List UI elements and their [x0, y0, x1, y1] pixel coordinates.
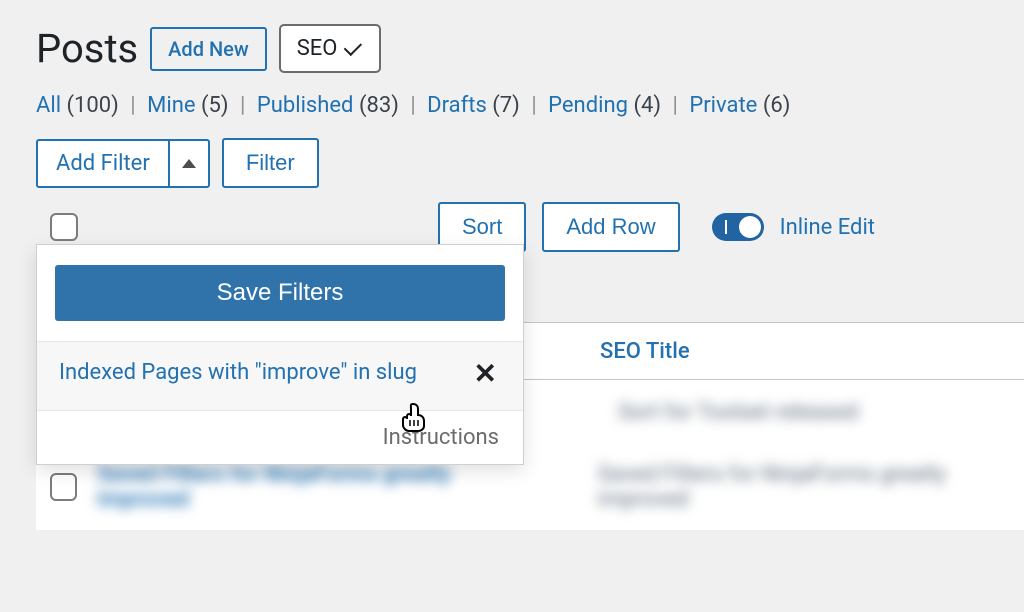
filter-mine-count: (5) — [201, 93, 229, 118]
filter-drafts-count: (7) — [492, 93, 520, 118]
saved-filter-row: Indexed Pages with "improve" in slug ✕ — [37, 341, 523, 410]
seo-title-cell: Sort for Toolset released — [578, 400, 858, 425]
add-filter-toggle[interactable] — [168, 141, 208, 186]
add-filter-popover: Save Filters Indexed Pages with "improve… — [36, 244, 524, 465]
post-title[interactable]: Saved Filters for NinjaForms greatly imp… — [97, 462, 538, 512]
filter-private-count: (6) — [763, 93, 791, 118]
triangle-up-icon — [182, 159, 196, 168]
toggle-knob — [739, 216, 761, 238]
add-filter-split-button[interactable]: Add Filter — [36, 139, 210, 188]
seo-title-cell: Saved Filters for NinjaForms greatly imp… — [558, 462, 1024, 512]
add-row-button[interactable]: Add Row — [542, 202, 679, 252]
filter-pending-count: (4) — [633, 93, 661, 118]
page-title: Posts — [36, 25, 138, 72]
inline-edit-label: Inline Edit — [780, 215, 875, 240]
filter-button[interactable]: Filter — [222, 138, 319, 188]
filter-drafts[interactable]: Drafts — [427, 93, 487, 118]
separator: | — [240, 93, 245, 118]
filter-all[interactable]: All — [36, 93, 61, 118]
filter-private[interactable]: Private — [689, 93, 757, 118]
separator: | — [130, 93, 135, 118]
filter-mine[interactable]: Mine — [147, 93, 195, 118]
chevron-down-icon — [344, 37, 362, 55]
filter-published-count: (83) — [359, 93, 399, 118]
seo-dropdown[interactable]: SEO — [279, 24, 382, 73]
instructions-link[interactable]: Instructions — [383, 425, 499, 450]
status-filter-links: All (100) | Mine (5) | Published (83) | … — [0, 91, 1024, 138]
select-all-checkbox[interactable] — [50, 213, 78, 241]
save-filters-button[interactable]: Save Filters — [55, 265, 505, 321]
toggle-on-indicator — [725, 220, 727, 234]
add-new-button[interactable]: Add New — [150, 27, 267, 71]
filter-all-count: (100) — [67, 93, 119, 118]
filter-pending[interactable]: Pending — [548, 93, 628, 118]
seo-dropdown-label: SEO — [297, 36, 338, 61]
add-filter-button[interactable]: Add Filter — [38, 141, 168, 186]
close-icon[interactable]: ✕ — [470, 358, 501, 390]
separator: | — [672, 93, 677, 118]
saved-filter-link[interactable]: Indexed Pages with "improve" in slug — [59, 358, 417, 388]
separator: | — [410, 93, 415, 118]
row-checkbox[interactable] — [50, 473, 77, 501]
filter-published[interactable]: Published — [257, 93, 354, 118]
separator: | — [531, 93, 536, 118]
inline-edit-toggle[interactable] — [712, 213, 764, 241]
